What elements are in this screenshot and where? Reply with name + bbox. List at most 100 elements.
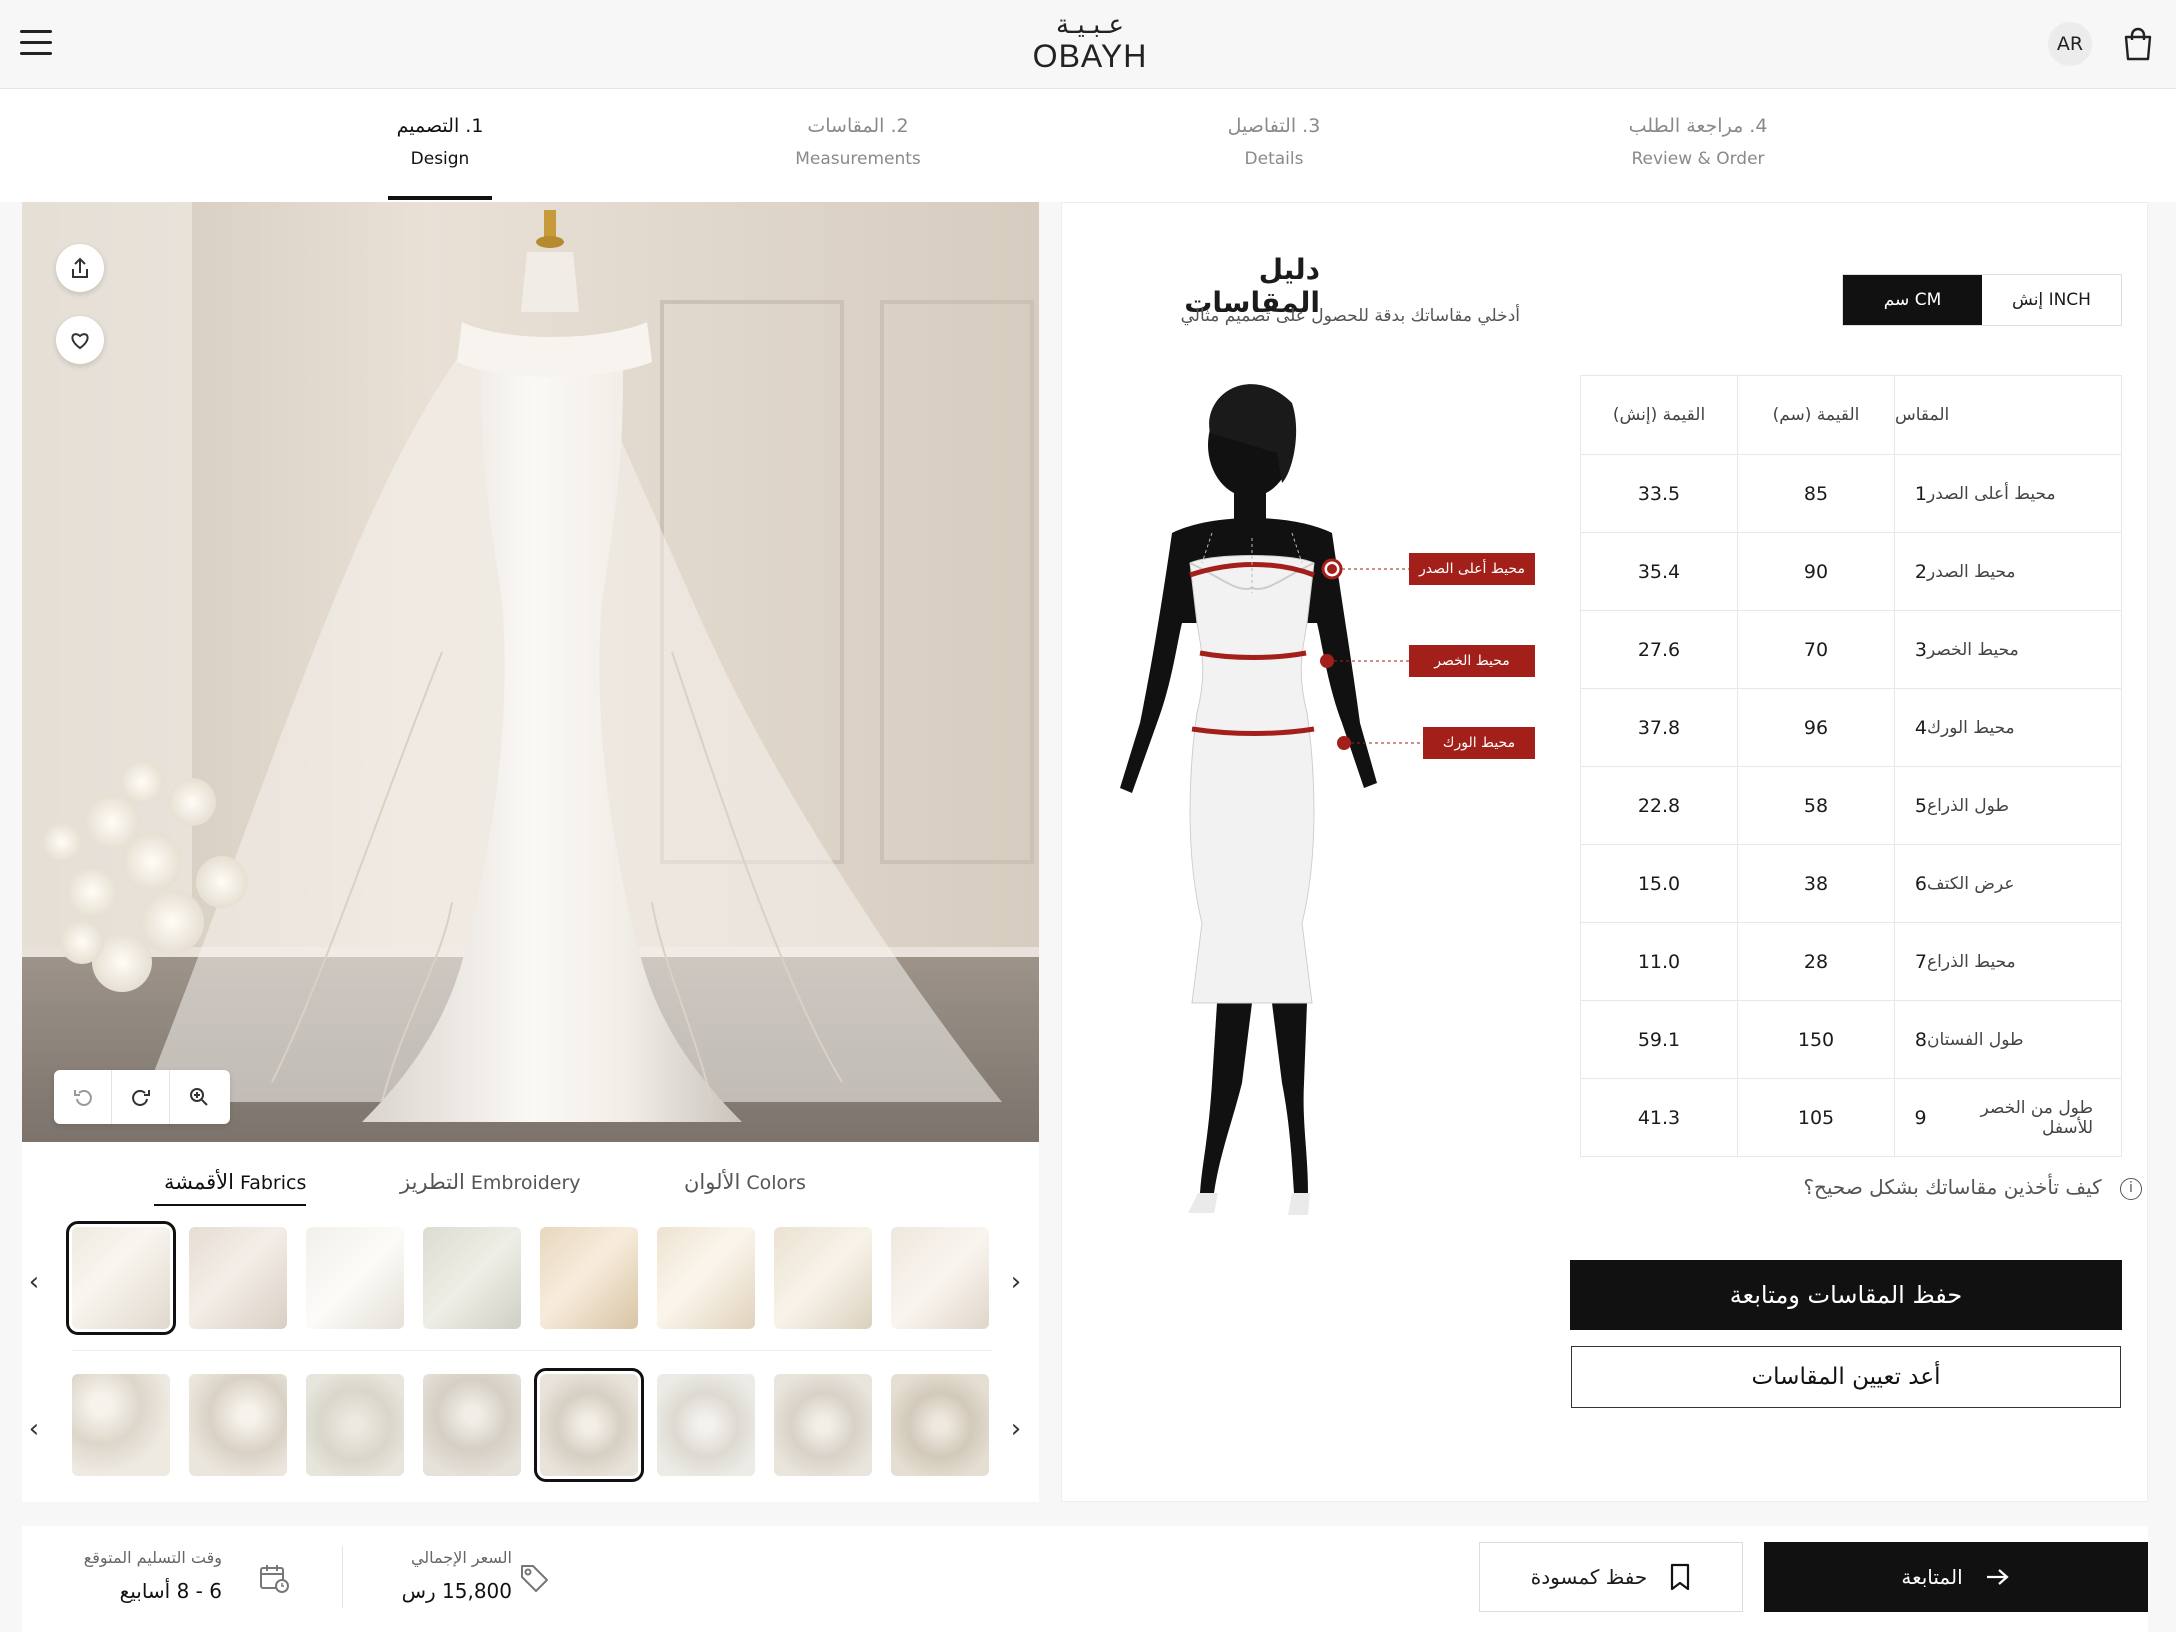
embroidery-swatch[interactable] [189, 1374, 287, 1476]
label-upper-chest: محيط أعلى الصدر [1409, 553, 1535, 585]
tab-label-ar: التطريز [400, 1170, 465, 1194]
measurement-help-link[interactable]: i كيف تأخذين مقاساتك بشكل صحيح؟ [1762, 1175, 2142, 1207]
measurement-name: 8 طول الفستان [1895, 1001, 2121, 1078]
cm-value[interactable]: 38 [1738, 845, 1895, 922]
step-label-ar: 2. المقاسات [807, 115, 909, 137]
inch-value[interactable]: 35.4 [1581, 533, 1738, 610]
save-draft-button[interactable]: حفظ كمسودة [1479, 1542, 1743, 1612]
fabric-swatch[interactable] [423, 1227, 521, 1329]
calendar-icon [258, 1562, 290, 1598]
chevron-left-icon[interactable]: ‹ [22, 1267, 46, 1297]
inch-value[interactable]: 27.6 [1581, 611, 1738, 688]
fabric-swatch[interactable] [66, 1221, 176, 1335]
inch-value[interactable]: 37.8 [1581, 689, 1738, 766]
measurement-name: 1 محيط أعلى الصدر [1895, 455, 2121, 532]
measurement-name: 4 محيط الورك [1895, 689, 2121, 766]
header-name: المقاس [1895, 376, 2121, 454]
inch-value[interactable]: 15.0 [1581, 845, 1738, 922]
cm-value[interactable]: 150 [1738, 1001, 1895, 1078]
step-details[interactable]: 3. التفاصيل Details [1190, 115, 1358, 169]
cm-value[interactable]: 70 [1738, 611, 1895, 688]
inch-value[interactable]: 33.5 [1581, 455, 1738, 532]
row-label: طول من الخصر للأسفل [1980, 1097, 2093, 1138]
undo-icon[interactable] [54, 1070, 112, 1124]
delivery-value: 6 - 8 أسابيع [119, 1579, 222, 1603]
fabric-swatch[interactable] [189, 1227, 287, 1329]
label-hip: محيط الورك [1423, 727, 1535, 759]
inch-value[interactable]: 41.3 [1581, 1079, 1738, 1156]
shopping-bag-icon[interactable] [2122, 26, 2154, 62]
active-step-indicator [388, 196, 492, 200]
fabric-swatch[interactable] [774, 1227, 872, 1329]
price-value: 15,800 رس [401, 1579, 512, 1603]
language-button[interactable]: AR [2048, 22, 2092, 66]
measurement-name: 6 عرض الكتف [1895, 845, 2121, 922]
guide-subtitle: أدخلي مقاساتك بدقة للحصول على تصميم مثال… [1180, 306, 1520, 326]
unit-cm-button[interactable]: سم CM [1843, 275, 1982, 325]
save-draft-label: حفظ كمسودة [1530, 1565, 1648, 1589]
step-design[interactable]: 1. التصميم Design [388, 115, 492, 169]
inch-value[interactable]: 22.8 [1581, 767, 1738, 844]
chevron-right-icon[interactable]: › [1004, 1267, 1028, 1297]
tab-label-en: Colors [746, 1172, 806, 1194]
table-row: 27.6 70 3 محيط الخصر [1581, 610, 2121, 688]
measurement-name: 5 طول الذراع [1895, 767, 2121, 844]
unit-inch-button[interactable]: إنش INCH [1982, 275, 2121, 325]
row-label: محيط الذراع [1927, 951, 2016, 972]
row-number: 8 [1914, 1028, 1927, 1051]
tab-label-ar: الألوان [684, 1170, 741, 1194]
step-review-order[interactable]: 4. مراجعة الطلب Review & Order [1608, 115, 1788, 169]
info-icon: i [2120, 1177, 2142, 1200]
inch-value[interactable]: 11.0 [1581, 923, 1738, 1000]
step-label-en: Review & Order [1631, 149, 1765, 169]
embroidery-swatch[interactable] [423, 1374, 521, 1476]
cm-value[interactable]: 96 [1738, 689, 1895, 766]
redo-icon[interactable] [112, 1070, 170, 1124]
chevron-right-icon[interactable]: › [1004, 1414, 1028, 1444]
chevron-left-icon[interactable]: ‹ [22, 1414, 46, 1444]
brand-logo[interactable]: عـبـيـة OBAYH [1000, 12, 1180, 74]
step-label-en: Details [1244, 149, 1304, 169]
divider [72, 1350, 992, 1351]
embroidery-swatch[interactable] [657, 1374, 755, 1476]
cm-value[interactable]: 58 [1738, 767, 1895, 844]
measurements-table: القيمة (إنش) القيمة (سم) المقاس 33.5 85 … [1580, 375, 2122, 1157]
cm-value[interactable]: 85 [1738, 455, 1895, 532]
design-tabs: الأقمشة Fabrics التطريز Embroidery الألو… [22, 1142, 1039, 1232]
tab-colors[interactable]: الألوان Colors [674, 1170, 806, 1204]
tab-fabrics[interactable]: الأقمشة Fabrics [154, 1170, 307, 1206]
inch-value[interactable]: 59.1 [1581, 1001, 1738, 1078]
embroidery-swatch[interactable] [534, 1368, 644, 1482]
tab-embroidery[interactable]: التطريز Embroidery [390, 1170, 581, 1204]
table-row: 11.0 28 7 محيط الذراع [1581, 922, 2121, 1000]
reset-measurements-button[interactable]: أعد تعيين المقاسات [1571, 1346, 2121, 1408]
fabric-swatch[interactable] [306, 1227, 404, 1329]
continue-button[interactable]: المتابعة [1764, 1542, 2148, 1612]
price-tag-icon [518, 1562, 550, 1598]
embroidery-swatch[interactable] [891, 1374, 989, 1476]
table-row: 22.8 58 5 طول الذراع [1581, 766, 2121, 844]
fabric-swatch-row: ‹ › [22, 1221, 1039, 1337]
header-name-label: المقاس [1895, 405, 1950, 425]
cm-value[interactable]: 90 [1738, 533, 1895, 610]
fabric-swatch[interactable] [540, 1227, 638, 1329]
cm-value[interactable]: 105 [1738, 1079, 1895, 1156]
fabric-swatch[interactable] [891, 1227, 989, 1329]
embroidery-swatch[interactable] [306, 1374, 404, 1476]
step-measurements[interactable]: 2. المقاسات Measurements [778, 115, 938, 169]
bookmark-icon [1671, 1563, 1690, 1591]
row-label: محيط الخصر [1927, 639, 2019, 660]
embroidery-swatch[interactable] [774, 1374, 872, 1476]
delivery-label: وقت التسليم المتوقع [83, 1548, 222, 1567]
hamburger-menu-icon[interactable] [20, 30, 52, 56]
progress-steps: 1. التصميم Design 2. المقاسات Measuremen… [0, 89, 2176, 202]
arrow-right-icon [1986, 1569, 2009, 1585]
zoom-in-icon[interactable] [170, 1070, 228, 1124]
fabric-swatch[interactable] [657, 1227, 755, 1329]
cm-value[interactable]: 28 [1738, 923, 1895, 1000]
embroidery-swatch[interactable] [72, 1374, 170, 1476]
favorite-heart-icon[interactable] [56, 316, 104, 364]
save-measurements-button[interactable]: حفظ المقاسات ومتابعة [1570, 1260, 2122, 1330]
share-icon[interactable] [56, 244, 104, 292]
label-waist: محيط الخصر [1409, 645, 1535, 677]
